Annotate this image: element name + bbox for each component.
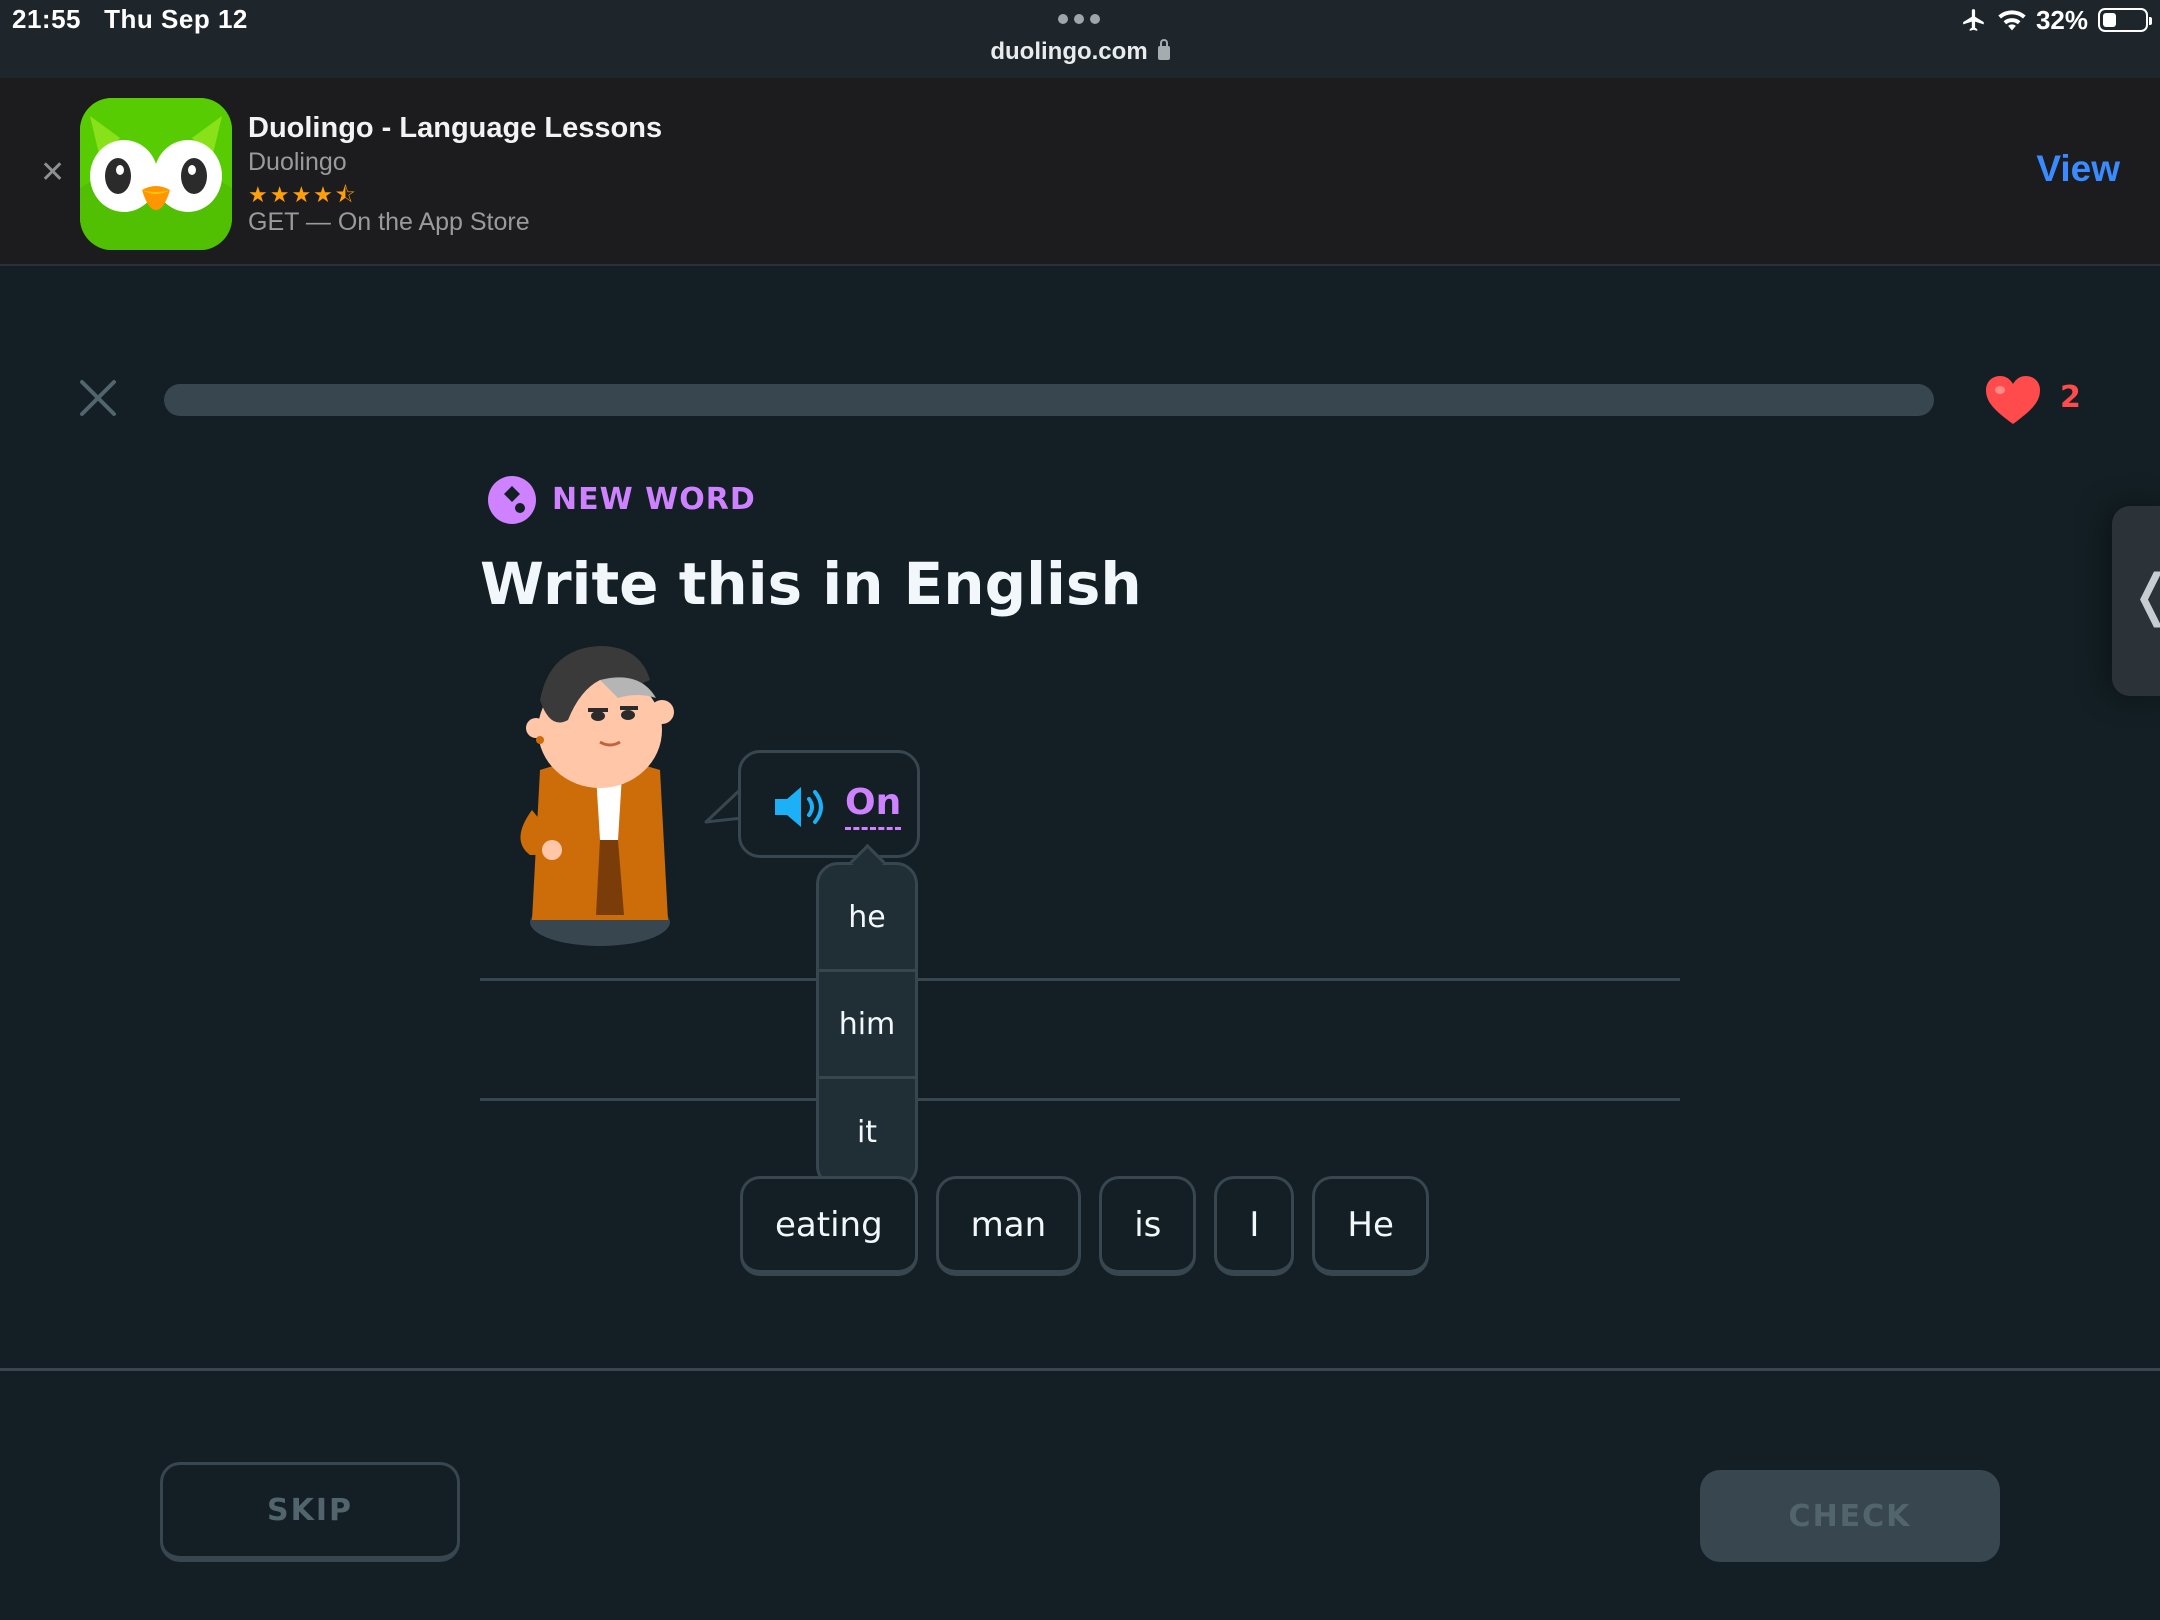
new-word-badge-icon [488,476,536,524]
skip-button[interactable]: SKIP [160,1462,460,1562]
footer-divider [0,1368,2160,1371]
lesson-progress-bar [164,384,1934,416]
lock-icon [1157,39,1170,60]
speech-bubble: On [738,750,920,858]
hint-item: he [819,865,915,972]
speaker-icon[interactable] [771,783,831,831]
word-tile-i[interactable]: I [1214,1176,1295,1276]
prompt-word[interactable]: On [845,781,902,830]
check-button[interactable]: CHECK [1700,1470,2000,1562]
answer-line-1 [480,978,1680,981]
clock-date: Thu Sep 12 [104,4,248,34]
battery-percent: 32% [2035,4,2088,35]
word-tile-man[interactable]: man [935,1176,1082,1276]
hearts-count: 2 [2060,380,2081,415]
new-word-label: NEW WORD [552,482,756,517]
hint-item: him [819,972,915,1079]
word-hint-popup: he him it [816,862,918,1188]
app-store-banner: ✕ Duolingo - Language Lessons Duolingo ★… [0,78,2160,266]
status-time: 21:55 Thu Sep 12 [12,4,248,35]
challenge-title: Write this in English [480,550,1142,618]
answer-line-2 [480,1098,1680,1101]
app-get-text: GET — On the App Store [248,208,530,236]
banner-close-icon[interactable]: ✕ [40,158,65,188]
view-app-button[interactable]: View [2036,148,2120,190]
app-developer: Duolingo [248,148,347,176]
duolingo-app-icon[interactable] [80,98,232,250]
clock-time: 21:55 [12,4,81,34]
airplane-icon [1963,9,1984,31]
word-tile-eating[interactable]: eating [740,1176,918,1276]
url-bar[interactable]: duolingo.com [0,38,2160,66]
url-text: duolingo.com [990,38,1148,65]
status-indicators: 32% [1960,4,2152,36]
heart-icon[interactable] [1984,374,2042,426]
word-bank: eating man is I He [740,1176,1429,1276]
app-name: Duolingo - Language Lessons [248,112,663,144]
multitasking-dots-icon[interactable] [1058,14,1100,24]
side-panel-tab[interactable]: ❬ [2112,506,2160,696]
hint-item: it [856,1115,878,1150]
wifi-icon [1998,10,2026,31]
status-bar: 21:55 Thu Sep 12 duolingo.com 32% [0,0,2160,78]
close-lesson-icon[interactable] [78,378,118,418]
battery-level [2103,13,2116,27]
word-tile-he[interactable]: He [1312,1176,1429,1276]
character-illustration [520,646,674,946]
battery-icon [2098,8,2152,32]
word-tile-is[interactable]: is [1099,1176,1197,1276]
chevron-left-icon: ❬ [2128,568,2160,624]
